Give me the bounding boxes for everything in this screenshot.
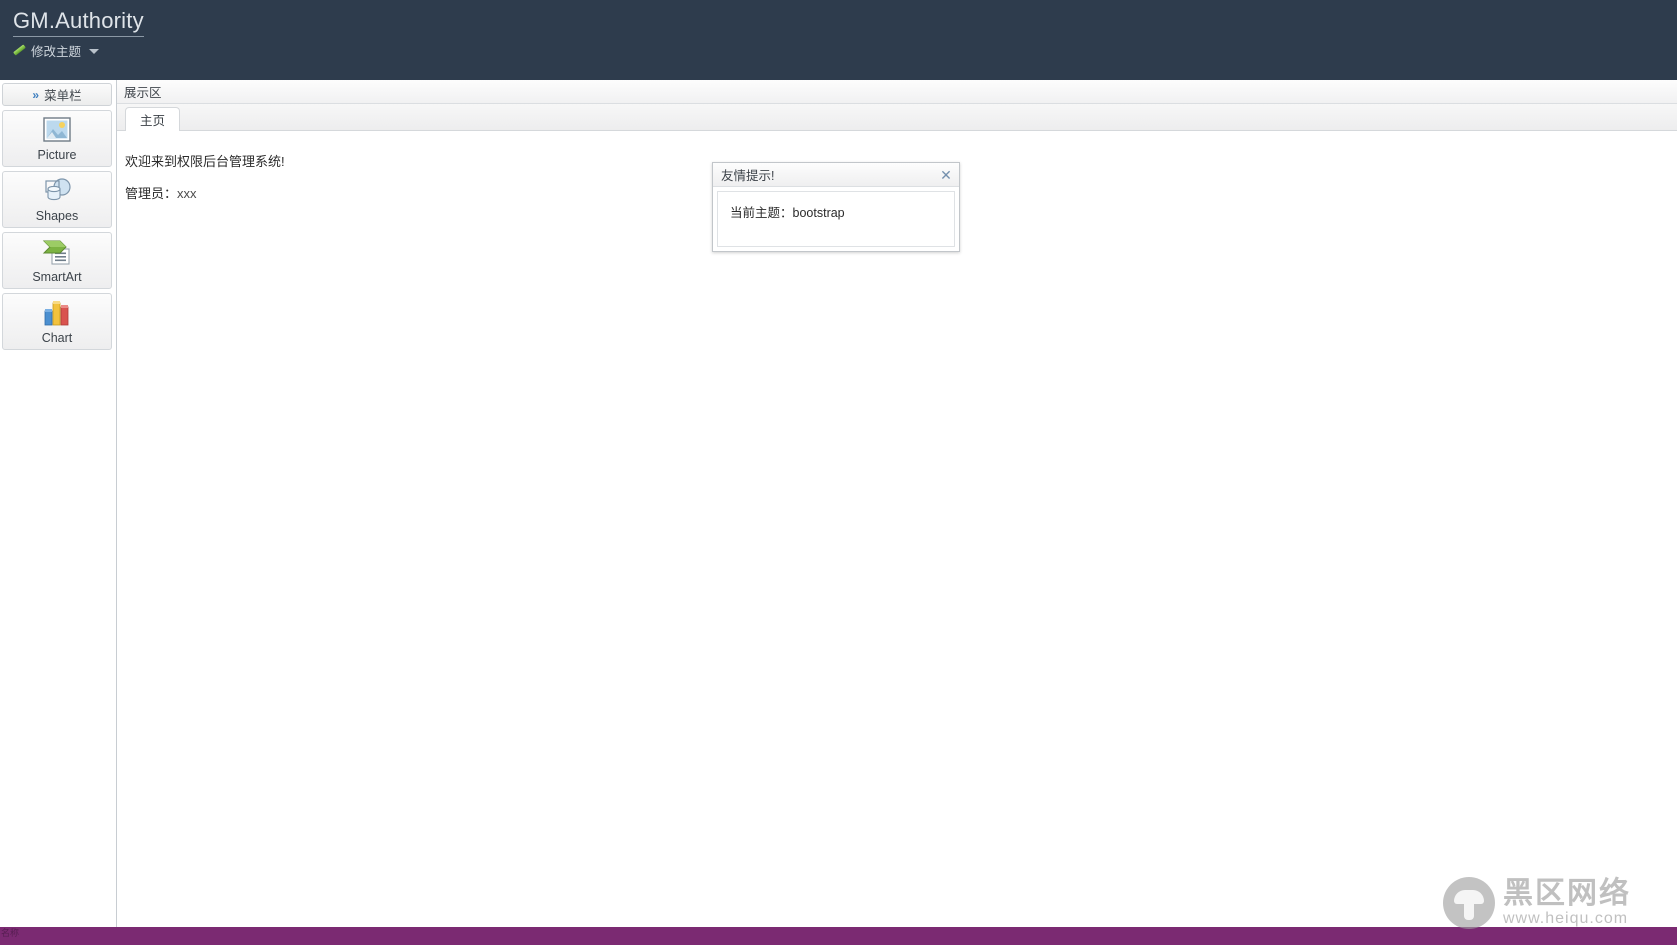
close-icon[interactable]: ✕ bbox=[937, 166, 955, 184]
pencil-icon bbox=[12, 43, 26, 57]
picture-icon bbox=[41, 115, 73, 145]
tip-dialog-header: 友情提示! ✕ bbox=[713, 163, 959, 187]
sidebar-item-label: SmartArt bbox=[32, 270, 82, 284]
tab-home[interactable]: 主页 bbox=[125, 107, 181, 131]
current-theme-label: 当前主题： bbox=[730, 206, 793, 220]
tip-dialog: 友情提示! ✕ 当前主题：bootstrap bbox=[712, 162, 960, 252]
theme-switch-menu[interactable]: 修改主题 bbox=[12, 40, 100, 60]
tab-home-label: 主页 bbox=[140, 114, 166, 128]
sidebar-item-smartart[interactable]: SmartArt bbox=[2, 232, 112, 289]
sidebar-menubar-label: 菜单栏 bbox=[44, 89, 82, 103]
status-bar: 名称 bbox=[0, 927, 1677, 945]
app-header: GM.Authority 修改主题 bbox=[0, 0, 1677, 80]
center-region-header: 展示区 bbox=[117, 80, 1677, 104]
shapes-icon bbox=[41, 176, 73, 206]
sidebar-item-shapes[interactable]: Shapes bbox=[2, 171, 112, 228]
chart-icon bbox=[41, 298, 73, 328]
sidebar-item-label: Chart bbox=[41, 331, 73, 345]
double-chevron-right-icon: » bbox=[32, 87, 40, 102]
tabs-strip: 主页 bbox=[117, 104, 1677, 131]
current-theme-value: bootstrap bbox=[792, 206, 845, 220]
page-title: GM.Authority bbox=[13, 8, 144, 37]
admin-label: 管理员： bbox=[125, 186, 178, 201]
sidebar-item-chart[interactable]: Chart bbox=[2, 293, 112, 350]
theme-switch-label: 修改主题 bbox=[31, 44, 82, 59]
admin-value: xxx bbox=[177, 186, 197, 201]
sidebar: » 菜单栏 Picture Shapes SmartArt Chart bbox=[0, 80, 117, 927]
sidebar-item-label: Picture bbox=[37, 148, 77, 162]
tip-dialog-title: 友情提示! bbox=[721, 169, 775, 183]
chevron-down-icon bbox=[89, 48, 100, 54]
sidebar-menubar-toggle[interactable]: » 菜单栏 bbox=[2, 83, 112, 106]
workspace: » 菜单栏 Picture Shapes SmartArt Chart 展示区 … bbox=[0, 80, 1677, 927]
sidebar-item-picture[interactable]: Picture bbox=[2, 110, 112, 167]
smartart-icon bbox=[41, 237, 73, 267]
tip-dialog-body: 当前主题：bootstrap bbox=[717, 191, 955, 247]
sidebar-item-label: Shapes bbox=[35, 209, 79, 223]
status-bar-text: 名称 bbox=[1, 928, 20, 938]
center-region-title: 展示区 bbox=[124, 86, 162, 100]
